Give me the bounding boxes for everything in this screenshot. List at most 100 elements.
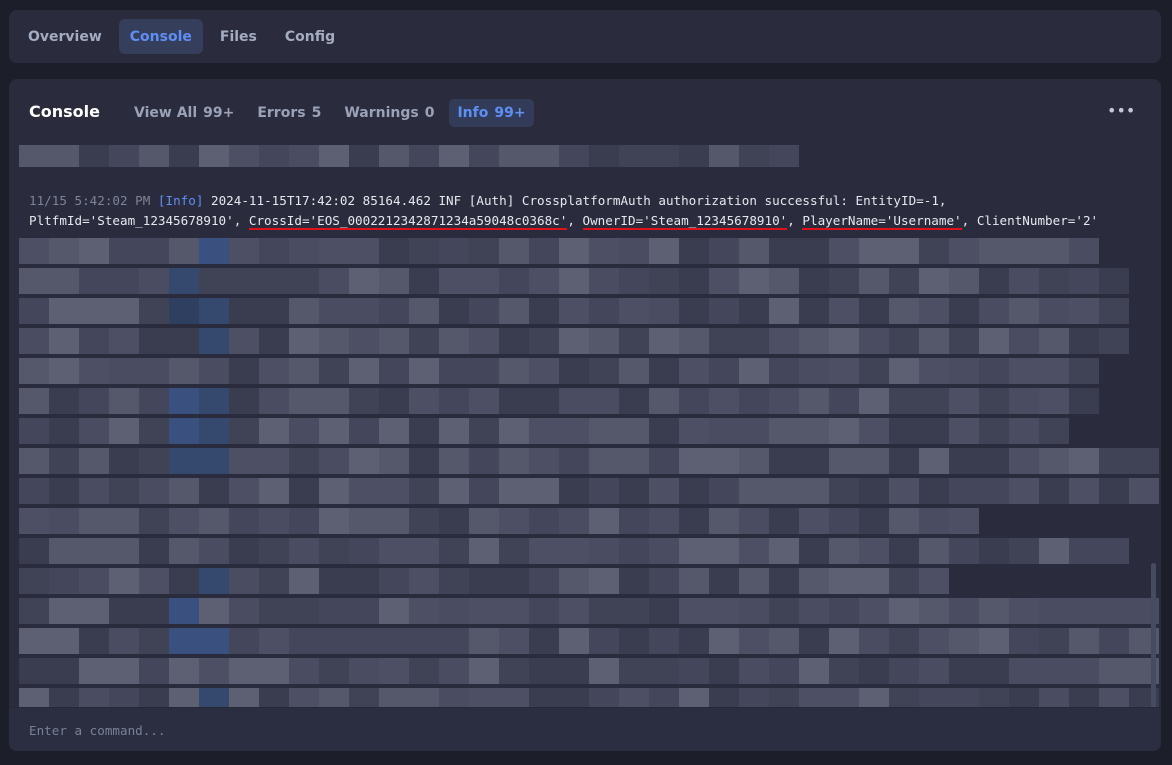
pixel-block xyxy=(19,508,49,534)
pixel-block xyxy=(559,388,589,414)
pixel-block xyxy=(529,268,559,294)
pixel-block xyxy=(859,328,889,354)
pixel-block xyxy=(979,328,1009,354)
pixel-block xyxy=(799,598,829,624)
pixel-block xyxy=(289,388,319,414)
pixel-block xyxy=(409,238,439,264)
pixel-block xyxy=(649,418,679,444)
pixel-block xyxy=(709,328,739,354)
pixel-block xyxy=(1069,448,1099,474)
pixel-block xyxy=(469,145,499,167)
pixel-block xyxy=(469,688,499,707)
pixel-block xyxy=(289,538,319,564)
pixel-block xyxy=(889,268,919,294)
pixel-block xyxy=(769,478,799,504)
pixel-block xyxy=(349,658,379,684)
pixel-block xyxy=(439,628,469,654)
pixel-block xyxy=(139,478,169,504)
pixel-block xyxy=(649,358,679,384)
pixel-block xyxy=(349,328,379,354)
filter-view-all[interactable]: View All 99+ xyxy=(126,99,242,127)
pixel-block xyxy=(259,508,289,534)
pixel-block xyxy=(49,538,79,564)
pixel-block xyxy=(829,268,859,294)
tab-console[interactable]: Console xyxy=(118,19,203,54)
pixel-block xyxy=(469,328,499,354)
command-input[interactable] xyxy=(29,720,1129,740)
pixel-block xyxy=(19,538,49,564)
pixel-block xyxy=(379,448,409,474)
pixel-block xyxy=(109,358,139,384)
pixel-block xyxy=(979,628,1009,654)
log-separator: , xyxy=(567,213,583,228)
pixel-block xyxy=(799,328,829,354)
pixel-block xyxy=(139,418,169,444)
pixel-block xyxy=(49,145,79,167)
pixel-block xyxy=(1009,268,1039,294)
pixel-block xyxy=(139,568,169,594)
pixel-block xyxy=(109,448,139,474)
pixel-block xyxy=(889,328,919,354)
tab-config[interactable]: Config xyxy=(274,19,346,54)
pixel-block xyxy=(1039,238,1069,264)
pixel-block xyxy=(829,448,859,474)
pixel-block xyxy=(49,688,79,707)
pixel-block xyxy=(319,448,349,474)
tab-files[interactable]: Files xyxy=(209,19,268,54)
pixel-block xyxy=(709,238,739,264)
pixel-block xyxy=(679,358,709,384)
pixel-block xyxy=(1039,598,1069,624)
pixel-block xyxy=(949,328,979,354)
pixel-block xyxy=(79,298,109,324)
pixel-block xyxy=(259,628,289,654)
pixel-block xyxy=(19,598,49,624)
pixel-block xyxy=(589,418,619,444)
pixel-block xyxy=(1099,538,1129,564)
pixel-block xyxy=(559,598,589,624)
log-scrollbar[interactable] xyxy=(1151,563,1156,707)
filter-warnings[interactable]: Warnings 0 xyxy=(336,99,442,127)
console-log-area[interactable]: 11/15 5:42:02 PM [Info] 2024-11-15T17:42… xyxy=(9,143,1161,707)
pixel-block xyxy=(799,238,829,264)
pixel-block xyxy=(319,538,349,564)
pixel-block xyxy=(769,538,799,564)
pixel-block xyxy=(499,658,529,684)
log-owner-id: OwnerID='Steam_12345678910' xyxy=(582,213,788,230)
pixel-block xyxy=(79,145,109,167)
pixel-block xyxy=(499,568,529,594)
pixel-block xyxy=(409,388,439,414)
pixel-block xyxy=(349,298,379,324)
pixel-block xyxy=(709,658,739,684)
pixel-block xyxy=(499,238,529,264)
pixel-block xyxy=(769,238,799,264)
pixel-block xyxy=(649,598,679,624)
console-panel: Console View All 99+ Errors 5 Warnings 0… xyxy=(9,79,1161,751)
pixel-block xyxy=(439,448,469,474)
pixel-block xyxy=(649,298,679,324)
pixel-block xyxy=(439,418,469,444)
tab-overview[interactable]: Overview xyxy=(17,19,113,54)
pixel-block xyxy=(439,298,469,324)
pixel-block xyxy=(109,268,139,294)
pixel-block xyxy=(259,658,289,684)
pixel-block xyxy=(679,238,709,264)
pixel-block xyxy=(919,418,949,444)
pixel-block xyxy=(589,268,619,294)
pixel-block xyxy=(859,238,889,264)
pixel-block xyxy=(379,688,409,707)
app-frame: Overview Console Files Config Console Vi… xyxy=(0,0,1172,765)
pixel-block xyxy=(439,328,469,354)
more-options-button[interactable]: ••• xyxy=(1107,103,1135,119)
pixel-block xyxy=(1039,388,1069,414)
pixel-block xyxy=(859,688,889,707)
pixel-block xyxy=(1009,628,1039,654)
pixel-block xyxy=(799,268,829,294)
pixel-block xyxy=(829,418,859,444)
pixel-block xyxy=(1039,658,1069,684)
pixel-block xyxy=(739,358,769,384)
filter-errors[interactable]: Errors 5 xyxy=(249,99,329,127)
log-entry: 11/15 5:42:02 PM [Info] 2024-11-15T17:42… xyxy=(29,191,1139,231)
pixel-block xyxy=(1099,298,1129,324)
filter-info[interactable]: Info 99+ xyxy=(449,99,534,127)
pixel-block xyxy=(79,448,109,474)
